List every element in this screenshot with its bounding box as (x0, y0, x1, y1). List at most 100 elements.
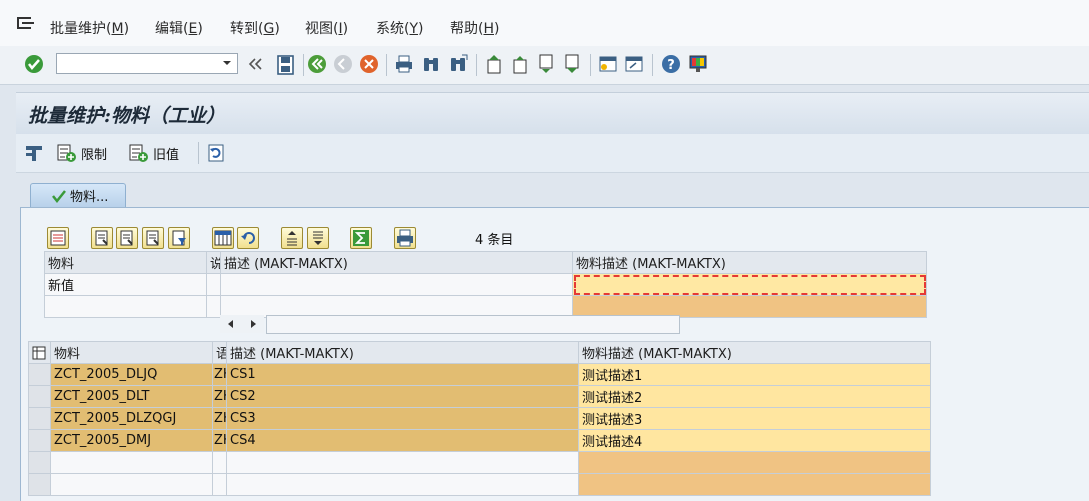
row-selector[interactable] (28, 473, 51, 496)
new-description-cell[interactable]: 测试描述3 (578, 407, 931, 430)
table-cell[interactable] (578, 451, 931, 474)
row-selector[interactable] (28, 451, 51, 474)
scroll-arrows (220, 315, 264, 333)
check-icon[interactable] (24, 54, 44, 74)
column-header[interactable]: 语 (212, 341, 227, 364)
column-header[interactable]: 描述 (MAKT-MAKTX) (220, 251, 573, 274)
first-page-icon[interactable] (484, 54, 504, 74)
green-back-icon[interactable] (307, 54, 327, 74)
deselect-icon[interactable] (142, 227, 164, 249)
print-icon[interactable] (394, 54, 414, 74)
select-block-icon[interactable] (116, 227, 138, 249)
details-icon[interactable] (47, 227, 69, 249)
menu-bar: 批量维护(M) 编辑(E) 转到(G) 视图(I) 系统(Y) 帮助(H) (0, 0, 1089, 47)
save-icon[interactable] (276, 54, 296, 75)
restrict-button[interactable]: 限制 (56, 142, 107, 164)
cancel-icon[interactable] (359, 54, 379, 74)
table-cell (206, 295, 221, 318)
tab-label: 物料... (70, 190, 109, 205)
row-selector[interactable] (28, 429, 51, 452)
check-mark-icon (51, 189, 67, 203)
shortcut-icon[interactable] (624, 54, 644, 74)
filter-icon[interactable] (168, 227, 190, 249)
sum-icon[interactable] (350, 227, 372, 249)
svg-text:?: ? (667, 58, 675, 73)
create-session-icon[interactable] (598, 54, 618, 74)
table-cell[interactable] (578, 473, 931, 496)
language-cell: ZH (212, 363, 227, 386)
row-selector[interactable] (28, 407, 51, 430)
description-cell: CS4 (226, 429, 579, 452)
table-row: ZCT_2005_DLJQ ZH CS1 测试描述1 (28, 363, 931, 386)
exit-icon[interactable] (333, 54, 353, 74)
column-header[interactable]: 物料描述 (MAKT-MAKTX) (572, 251, 927, 274)
language-cell: ZH (212, 385, 227, 408)
table-row-empty (28, 473, 931, 496)
help-icon[interactable]: ? (661, 54, 681, 74)
material-cell: ZCT_2005_DLZQGJ (50, 407, 213, 430)
row-selector[interactable] (28, 363, 51, 386)
command-field[interactable] (56, 53, 238, 74)
menu-icon[interactable] (16, 16, 36, 32)
new-description-cell[interactable]: 测试描述1 (578, 363, 931, 386)
table-cell (212, 451, 227, 474)
scroll-right-icon[interactable] (248, 319, 258, 329)
table-row: ZCT_2005_DLZQGJ ZH CS3 测试描述3 (28, 407, 931, 430)
structure-icon (24, 143, 44, 163)
chevron-down-icon[interactable] (221, 56, 233, 70)
find-icon[interactable] (421, 54, 441, 74)
print-icon[interactable] (394, 227, 416, 249)
horizontal-scrollbar[interactable] (220, 315, 680, 334)
prev-page-icon[interactable] (510, 54, 530, 74)
column-header[interactable]: 描述 (MAKT-MAKTX) (226, 341, 579, 364)
column-header[interactable]: 物料 (44, 251, 207, 274)
tab-material[interactable]: 物料... (30, 183, 126, 207)
back-icon[interactable] (246, 54, 266, 74)
select-all-cell[interactable] (28, 341, 51, 364)
title-bar: 批量维护:物料（工业） (16, 92, 1089, 135)
select-all-icon[interactable] (91, 227, 113, 249)
menu-view[interactable]: 视图(I) (305, 18, 348, 38)
column-header[interactable]: 说 (206, 251, 221, 274)
find-next-icon[interactable] (448, 54, 468, 74)
column-header[interactable]: 物料描述 (MAKT-MAKTX) (578, 341, 931, 364)
restrict-label: 限制 (81, 147, 108, 163)
last-page-icon[interactable] (562, 54, 582, 74)
material-cell: ZCT_2005_DLT (50, 385, 213, 408)
menu-batch-maintain[interactable]: 批量维护(M) (50, 18, 129, 38)
scroll-left-icon[interactable] (226, 319, 236, 329)
table-row-empty (28, 451, 931, 474)
new-values-table: 物料 说 描述 (MAKT-MAKTX) 物料描述 (MAKT-MAKTX) 新… (44, 251, 927, 318)
column-header[interactable]: 物料 (50, 341, 213, 364)
old-value-button[interactable]: 旧值 (128, 142, 179, 164)
table-cell (206, 273, 221, 296)
sort-ascending-icon[interactable] (281, 227, 303, 249)
column-settings-icon[interactable] (212, 227, 234, 249)
undo-icon[interactable] (237, 227, 259, 249)
new-description-cell[interactable]: 测试描述2 (578, 385, 931, 408)
language-cell: ZH (212, 429, 227, 452)
row-label: 新值 (44, 273, 207, 296)
next-page-icon[interactable] (536, 54, 556, 74)
page-title: 批量维护:物料（工业） (28, 105, 226, 127)
table-row: ZCT_2005_DMJ ZH CS4 测试描述4 (28, 429, 931, 452)
new-description-cell[interactable]: 测试描述4 (578, 429, 931, 452)
application-toolbar: 限制 旧值 (16, 134, 1089, 173)
toolbar-separator (198, 142, 199, 164)
menu-system[interactable]: 系统(Y) (376, 18, 424, 38)
layout-icon[interactable] (688, 54, 708, 74)
menu-help[interactable]: 帮助(H) (450, 18, 499, 38)
description-cell: CS2 (226, 385, 579, 408)
menu-edit[interactable]: 编辑(E) (155, 18, 203, 38)
description-cell: CS3 (226, 407, 579, 430)
command-input[interactable] (57, 54, 211, 73)
sort-descending-icon[interactable] (307, 227, 329, 249)
refresh-button[interactable] (206, 142, 226, 164)
structure-button[interactable] (24, 142, 44, 164)
row-selector[interactable] (28, 385, 51, 408)
scroll-thumb[interactable] (266, 315, 680, 334)
menu-goto[interactable]: 转到(G) (230, 18, 280, 38)
new-description-input[interactable] (572, 273, 927, 296)
data-table: 物料 语 描述 (MAKT-MAKTX) 物料描述 (MAKT-MAKTX) Z… (28, 341, 931, 496)
table-cell (226, 451, 579, 474)
